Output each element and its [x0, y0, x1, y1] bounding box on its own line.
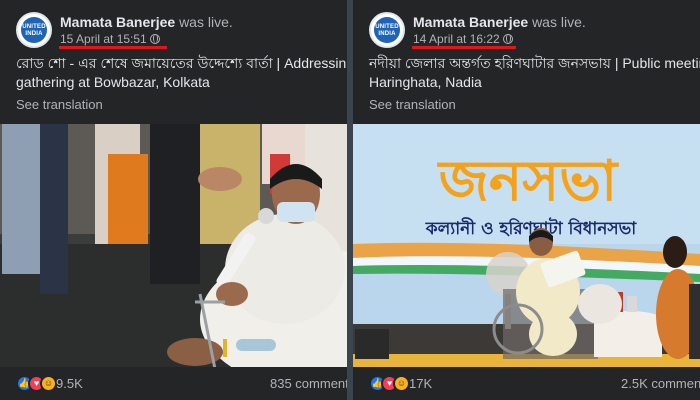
banner-title: জনসভা [437, 149, 619, 214]
post-footer: 👍 ♥ ☺ 17K 2.5K comments [353, 367, 700, 400]
see-translation-link[interactable]: See translation [16, 97, 103, 112]
globe-icon [502, 34, 513, 44]
post-header: UNITED INDIA Mamata Banerjee was live. 1… [369, 12, 699, 52]
author-line: Mamata Banerjee was live. [413, 14, 586, 30]
reaction-count[interactable]: 9.5K [56, 376, 83, 391]
timestamp-text[interactable]: 15 April at 15:51 [60, 32, 147, 46]
timestamp[interactable]: 14 April at 16:22 [413, 32, 513, 46]
avatar[interactable]: UNITED INDIA [16, 12, 52, 48]
post-footer: 👍 ♥ ☺ 9.5K 835 comments [0, 367, 347, 400]
author-action: was live. [532, 14, 586, 30]
caption-line: Haringhata, Nadia [369, 74, 482, 90]
author-action: was live. [179, 14, 233, 30]
timestamp-highlight-underline [59, 46, 167, 49]
avatar[interactable]: UNITED INDIA [369, 12, 405, 48]
wow-reaction-icon: ☺ [393, 375, 410, 392]
video-frame-image [0, 124, 347, 367]
timestamp[interactable]: 15 April at 15:51 [60, 32, 160, 46]
author-name[interactable]: Mamata Banerjee [60, 14, 175, 30]
comment-count[interactable]: 2.5K comments [621, 376, 700, 391]
comment-count[interactable]: 835 comments [270, 376, 347, 391]
avatar-logo-text: UNITED INDIA [22, 24, 46, 37]
author-name[interactable]: Mamata Banerjee [413, 14, 528, 30]
live-video-thumbnail[interactable]: জনসভা কল্যানী ও হরিণঘাটা বিধানসভা [353, 124, 700, 367]
reaction-count[interactable]: 17K [409, 376, 432, 391]
live-post-right: UNITED INDIA Mamata Banerjee was live. 1… [353, 0, 700, 400]
globe-icon [149, 34, 160, 44]
wow-reaction-icon: ☺ [40, 375, 57, 392]
live-post-left: UNITED INDIA Mamata Banerjee was live. 1… [0, 0, 347, 400]
caption-line: নদীয়া জেলার অন্তর্গত হরিণঘাটার জনসভায় … [369, 55, 700, 71]
video-frame-image: জনসভা কল্যানী ও হরিণঘাটা বিধানসভা [353, 124, 700, 367]
caption-line: রোড শো - এর শেষে জমায়েতের উদ্দেশ্যে বার… [16, 55, 347, 71]
post-header: UNITED INDIA Mamata Banerjee was live. 1… [16, 12, 346, 52]
see-translation-link[interactable]: See translation [369, 97, 456, 112]
live-video-thumbnail[interactable] [0, 124, 347, 367]
screenshot-composite: UNITED INDIA Mamata Banerjee was live. 1… [0, 0, 700, 400]
author-line: Mamata Banerjee was live. [60, 14, 233, 30]
post-caption: রোড শো - এর শেষে জমায়েতের উদ্দেশ্যে বার… [16, 54, 347, 92]
timestamp-text[interactable]: 14 April at 16:22 [413, 32, 500, 46]
avatar-logo-text: UNITED INDIA [375, 24, 399, 37]
caption-line: gathering at Bowbazar, Kolkata [16, 74, 210, 90]
post-caption: নদীয়া জেলার অন্তর্গত হরিণঘাটার জনসভায় … [369, 54, 700, 92]
timestamp-highlight-underline [412, 46, 516, 49]
